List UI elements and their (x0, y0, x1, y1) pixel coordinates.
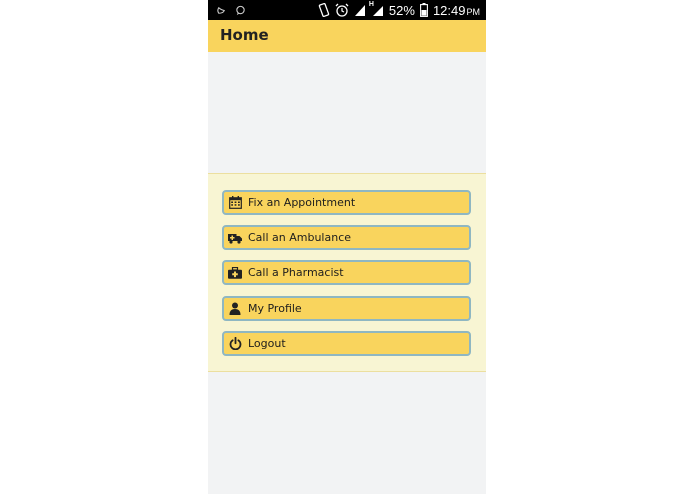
clock: 12:49 PM (433, 3, 480, 18)
logout-button[interactable]: Logout (222, 331, 471, 356)
app-bar: Home (208, 20, 486, 52)
clock-ampm: PM (466, 6, 481, 17)
call-ambulance-label: Call an Ambulance (248, 231, 352, 244)
user-icon (228, 302, 242, 316)
clock-time: 12:49 (432, 2, 466, 18)
call-pharmacist-button[interactable]: Call a Pharmacist (222, 260, 471, 285)
fix-appointment-label: Fix an Appointment (248, 196, 356, 209)
network-type-label: H (368, 0, 374, 8)
night-mode-icon (216, 3, 227, 21)
calendar-icon (228, 196, 242, 210)
network-signal-icon: H (368, 0, 384, 17)
medical-kit-icon (228, 266, 242, 280)
my-profile-label: My Profile (248, 302, 302, 315)
ambulance-icon (228, 231, 242, 245)
logout-label: Logout (248, 337, 286, 350)
signal-icon (354, 4, 366, 17)
call-ambulance-button[interactable]: Call an Ambulance (222, 225, 471, 250)
power-icon (228, 337, 242, 351)
page-title: Home (220, 26, 269, 44)
fix-appointment-button[interactable]: Fix an Appointment (222, 190, 471, 215)
call-pharmacist-label: Call a Pharmacist (248, 266, 344, 279)
chat-bubble-icon (235, 3, 246, 21)
battery-percent: 52% (388, 2, 415, 18)
alarm-icon (335, 3, 349, 17)
status-bar: H 52% 12:49 PM (208, 0, 486, 20)
status-indicators: H 52% 12:49 PM (318, 1, 480, 19)
my-profile-button[interactable]: My Profile (222, 296, 471, 321)
status-notifications (216, 3, 246, 21)
battery-icon (420, 3, 428, 17)
phone-screen: H 52% 12:49 PM Home Fix an Appointment C… (208, 0, 486, 494)
vibrate-icon (318, 3, 330, 17)
menu-panel: Fix an Appointment Call an Ambulance Cal… (208, 173, 486, 372)
